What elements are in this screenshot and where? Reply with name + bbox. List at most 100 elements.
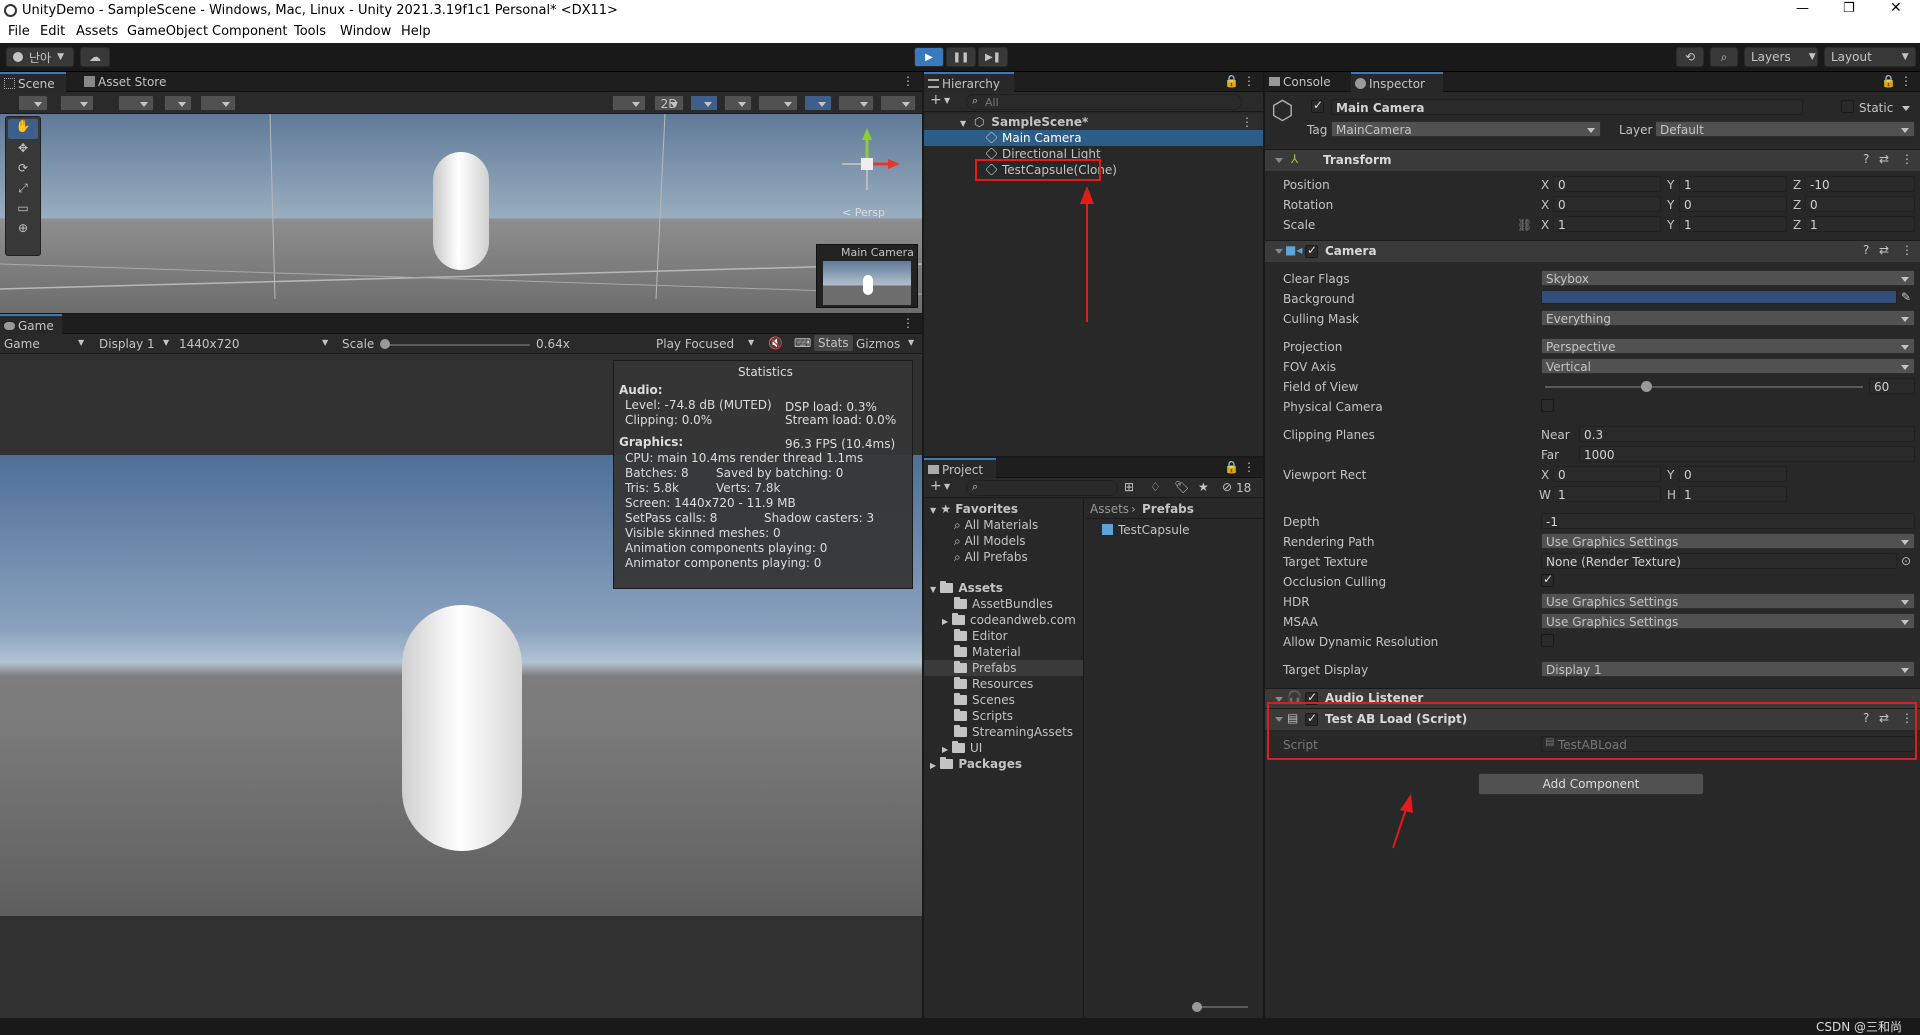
minimize-icon[interactable]: — [1796, 1, 1809, 16]
rotation-y-field[interactable]: 0 [1679, 196, 1787, 212]
culling-mask-dropdown[interactable]: Everything [1541, 310, 1915, 326]
visibility-toggle[interactable] [804, 95, 832, 111]
folder-assetbundles[interactable]: AssetBundles [954, 596, 1053, 612]
favorite-all-models[interactable]: ⌕ All Models [954, 533, 1026, 549]
account-dropdown[interactable]: 난아 ▼ [6, 47, 74, 67]
tag-dropdown[interactable]: MainCamera [1331, 121, 1601, 137]
project-search-input[interactable] [966, 480, 1118, 496]
menu-window[interactable]: Window [340, 24, 391, 39]
play-button[interactable]: ▶ [914, 47, 944, 67]
folder-prefabs[interactable]: Prefabs [924, 660, 1083, 676]
favorites-header[interactable]: ▼ ★ Favorites [930, 501, 1018, 517]
stats-toggle[interactable]: Stats [814, 335, 853, 351]
move-tool-icon[interactable]: ✥ [6, 141, 40, 161]
tab-console[interactable]: Console [1265, 72, 1349, 92]
tab-project[interactable]: Project [924, 458, 996, 478]
preset-icon[interactable]: ⇄ [1879, 243, 1889, 257]
scale-tool-icon[interactable]: ⤢ [6, 181, 40, 201]
search-button[interactable]: ⌕ [1710, 47, 1738, 67]
rotation-z-field[interactable]: 0 [1805, 196, 1915, 212]
scene-capsule[interactable] [433, 152, 489, 270]
help-icon[interactable]: ? [1863, 152, 1869, 166]
hdr-dropdown[interactable]: Use Graphics Settings [1541, 593, 1915, 609]
target-texture-field[interactable]: None (Render Texture) [1541, 553, 1897, 569]
dynamic-resolution-checkbox[interactable] [1541, 634, 1554, 647]
gizmos-dropdown[interactable] [880, 95, 916, 111]
active-checkbox[interactable] [1311, 98, 1324, 113]
display-dropdown[interactable]: Display 1 [99, 337, 155, 351]
object-picker-icon[interactable]: ⊙ [1901, 554, 1911, 568]
display-mode-dropdown[interactable]: Game [4, 337, 40, 351]
help-icon[interactable]: ? [1863, 243, 1869, 257]
orientation-gizmo[interactable] [832, 124, 902, 204]
fov-slider-track[interactable] [1545, 386, 1863, 388]
rotation-x-field[interactable]: 0 [1553, 196, 1661, 212]
layers-dropdown[interactable]: Layers ▼ [1744, 47, 1818, 67]
play-focused-dropdown[interactable]: Play Focused [656, 337, 734, 351]
effects-dropdown[interactable] [758, 95, 798, 111]
folder-streamingassets[interactable]: StreamingAssets [954, 724, 1073, 740]
shading-dropdown[interactable] [612, 95, 646, 111]
search-by-type-icon[interactable]: ⊞ [1124, 480, 1134, 494]
draw-mode-dropdown[interactable] [18, 95, 48, 111]
add-icon[interactable]: + [930, 478, 942, 494]
scale-y-field[interactable]: 1 [1679, 216, 1787, 232]
add-component-button[interactable]: Add Component [1478, 773, 1704, 795]
tab-inspector[interactable]: Inspector [1351, 72, 1443, 92]
scene-viewport[interactable]: ✋ ✥ ⟳ ⤢ ▭ ⊕ < Persp Main Camera [0, 114, 922, 313]
assets-header[interactable]: ▼ Assets [930, 580, 1003, 596]
menu-help[interactable]: Help [401, 24, 431, 39]
rendering-path-dropdown[interactable]: Use Graphics Settings [1541, 533, 1915, 549]
persp-label[interactable]: < Persp [842, 206, 885, 219]
hierarchy-search-input[interactable]: All [966, 94, 1242, 110]
near-clip-field[interactable]: 0.3 [1579, 426, 1915, 442]
lighting-toggle[interactable] [690, 95, 718, 111]
folder-editor[interactable]: Editor [954, 628, 1008, 644]
scene-view-dropdown[interactable] [60, 95, 94, 111]
keyboard-icon[interactable]: ⌨ [794, 336, 811, 350]
folder-material[interactable]: Material [954, 644, 1021, 660]
fov-slider-handle[interactable] [1641, 381, 1652, 392]
target-display-dropdown[interactable]: Display 1 [1541, 661, 1915, 677]
folder-scripts[interactable]: Scripts [954, 708, 1013, 724]
icon-size-slider-handle[interactable] [1192, 1002, 1202, 1012]
layout-dropdown[interactable]: Layout ▼ [1824, 47, 1916, 67]
viewport-w-field[interactable]: 1 [1553, 486, 1661, 502]
history-button[interactable]: ⟲ [1676, 47, 1704, 67]
folder-scenes[interactable]: Scenes [954, 692, 1015, 708]
static-dropdown-arrow[interactable] [1901, 100, 1915, 116]
more-icon[interactable]: ⋮ [902, 316, 914, 330]
more-icon[interactable]: ⋮ [1901, 152, 1913, 166]
favorite-all-materials[interactable]: ⌕ All Materials [954, 517, 1038, 533]
eyedropper-icon[interactable]: ✎ [1901, 290, 1911, 304]
transform-header[interactable]: ⅄ Transform ? ⇄ ⋮ [1265, 149, 1920, 171]
scale-slider-handle[interactable] [380, 339, 390, 349]
depth-field[interactable]: -1 [1541, 513, 1915, 529]
hierarchy-item-main-camera[interactable]: Main Camera [924, 130, 1263, 146]
scale-slider-track[interactable] [384, 344, 530, 346]
menu-gameobject[interactable]: GameObject [127, 24, 208, 39]
add-icon[interactable]: + [930, 92, 942, 108]
snap-dropdown[interactable] [164, 95, 192, 111]
msaa-dropdown[interactable]: Use Graphics Settings [1541, 613, 1915, 629]
scene-root[interactable]: ▼ ⬡ SampleScene* ⋮ [924, 114, 1263, 130]
position-y-field[interactable]: 1 [1679, 176, 1787, 192]
far-clip-field[interactable]: 1000 [1579, 446, 1915, 462]
more-icon[interactable]: ⋮ [1901, 243, 1913, 257]
viewport-x-field[interactable]: 0 [1553, 466, 1661, 482]
rotate-tool-icon[interactable]: ⟳ [6, 161, 40, 181]
preset-icon[interactable]: ⇄ [1879, 152, 1889, 166]
breadcrumb-assets[interactable]: Assets [1090, 502, 1129, 516]
menu-edit[interactable]: Edit [40, 24, 65, 39]
camera-dropdown[interactable] [838, 95, 874, 111]
gizmos-dropdown[interactable]: Gizmos [856, 337, 900, 351]
folder-ui[interactable]: ▶ UI [942, 740, 982, 756]
favorite-icon[interactable]: ★ [1198, 480, 1209, 494]
lock-icon[interactable]: 🔒 [1224, 460, 1239, 474]
scale-x-field[interactable]: 1 [1553, 216, 1661, 232]
more-icon[interactable]: ⋮ [1243, 460, 1255, 474]
camera-header[interactable]: ■◂ Camera ? ⇄ ⋮ [1265, 240, 1920, 262]
hand-tool-icon[interactable]: ✋ [8, 119, 38, 139]
viewport-y-field[interactable]: 0 [1679, 466, 1787, 482]
expand-icon[interactable]: ▼ [960, 119, 966, 128]
